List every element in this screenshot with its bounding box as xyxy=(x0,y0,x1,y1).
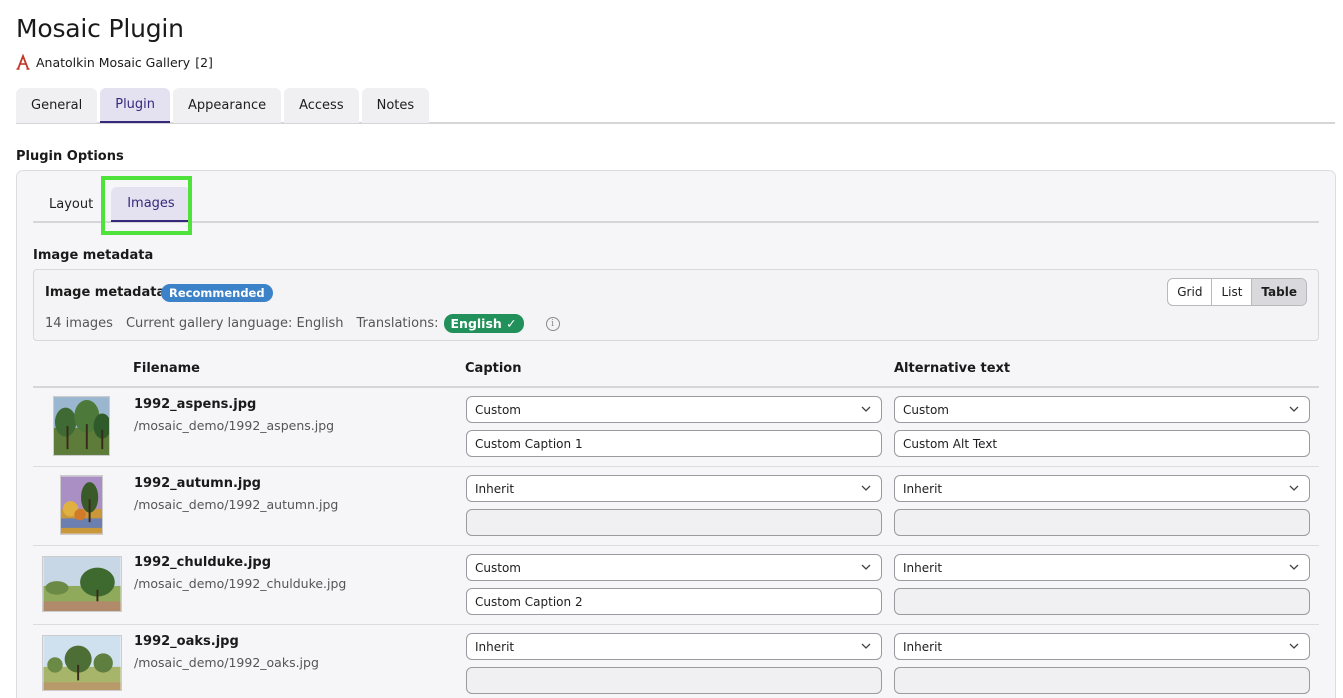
caption-mode-select[interactable]: Custom xyxy=(466,554,882,581)
translation-badge[interactable]: English ✓ xyxy=(443,314,524,333)
alt-mode-select[interactable]: Inherit xyxy=(894,633,1310,660)
file-name: 1992_chulduke.jpg xyxy=(134,555,272,570)
gallery-count: [2] xyxy=(195,54,213,70)
chevron-down-icon xyxy=(1289,406,1299,412)
subtab-images[interactable]: Images xyxy=(111,187,191,222)
plugin-subtabs: Layout Images xyxy=(33,187,1319,223)
images-count: 14 images xyxy=(45,316,113,331)
tab-access[interactable]: Access xyxy=(284,88,359,123)
caption-mode-select[interactable]: Inherit xyxy=(466,633,882,660)
column-caption: Caption xyxy=(465,361,522,376)
table-row: 1992_chulduke.jpg /mosaic_demo/1992_chul… xyxy=(33,546,1319,625)
alt-mode-select[interactable]: Inherit xyxy=(894,475,1310,502)
alt-text-input[interactable] xyxy=(894,509,1310,536)
alt-text-input[interactable] xyxy=(894,588,1310,615)
chevron-down-icon xyxy=(861,406,871,412)
image-thumbnail[interactable] xyxy=(53,396,110,456)
tab-notes[interactable]: Notes xyxy=(361,88,430,123)
caption-mode-value: Inherit xyxy=(475,481,515,496)
chevron-down-icon xyxy=(861,564,871,570)
chevron-down-icon xyxy=(861,485,871,491)
page: Mosaic Plugin Anatolkin Mosaic Gallery [… xyxy=(0,0,1343,698)
caption-input[interactable] xyxy=(466,509,882,536)
plugin-options-title: Plugin Options xyxy=(16,149,124,164)
subtab-layout[interactable]: Layout xyxy=(33,187,109,222)
caption-mode-select[interactable]: Inherit xyxy=(466,475,882,502)
alt-text-input[interactable] xyxy=(894,667,1310,694)
translations-label: Translations: xyxy=(356,316,439,331)
alt-mode-value: Inherit xyxy=(903,639,943,654)
alt-mode-value: Inherit xyxy=(903,481,943,496)
caption-input[interactable]: Custom Caption 2 xyxy=(466,588,882,615)
caption-mode-value: Inherit xyxy=(475,639,515,654)
view-grid-button[interactable]: Grid xyxy=(1168,279,1213,305)
gallery-name[interactable]: Anatolkin Mosaic Gallery xyxy=(36,55,190,70)
caption-input[interactable] xyxy=(466,667,882,694)
image-thumbnail[interactable] xyxy=(60,475,103,535)
alt-mode-value: Custom xyxy=(903,402,949,417)
caption-mode-value: Custom xyxy=(475,560,521,575)
file-name: 1992_autumn.jpg xyxy=(134,476,261,491)
alt-mode-select[interactable]: Inherit xyxy=(894,554,1310,581)
red-a-logo-icon xyxy=(16,54,30,70)
info-icon[interactable]: i xyxy=(545,316,560,331)
main-tabs: General Plugin Appearance Access Notes xyxy=(16,88,1335,124)
alt-mode-select[interactable]: Custom xyxy=(894,396,1310,423)
caption-mode-value: Custom xyxy=(475,402,521,417)
tab-appearance[interactable]: Appearance xyxy=(173,88,282,123)
alt-mode-value: Inherit xyxy=(903,560,943,575)
table-row: 1992_oaks.jpg /mosaic_demo/1992_oaks.jpg… xyxy=(33,625,1319,698)
table-row: 1992_aspens.jpg /mosaic_demo/1992_aspens… xyxy=(33,388,1319,467)
tab-general[interactable]: General xyxy=(16,88,98,123)
file-path: /mosaic_demo/1992_oaks.jpg xyxy=(134,655,319,670)
metadata-summary: 14 images Current gallery language: Engl… xyxy=(45,314,560,333)
column-filename: Filename xyxy=(133,361,200,376)
chevron-down-icon xyxy=(1289,485,1299,491)
column-alt-text: Alternative text xyxy=(894,361,1011,376)
view-toggle: Grid List Table xyxy=(1167,278,1307,306)
view-table-button[interactable]: Table xyxy=(1252,279,1306,305)
chevron-down-icon xyxy=(1289,564,1299,570)
file-path: /mosaic_demo/1992_chulduke.jpg xyxy=(134,576,347,591)
file-name: 1992_oaks.jpg xyxy=(134,634,239,649)
tab-plugin[interactable]: Plugin xyxy=(100,88,171,123)
gallery-language: Current gallery language: English xyxy=(125,316,344,331)
chevron-down-icon xyxy=(861,643,871,649)
plugin-options-panel: Layout Images Image metadata Image metad… xyxy=(16,170,1336,698)
table-row: 1992_autumn.jpg /mosaic_demo/1992_autumn… xyxy=(33,467,1319,546)
file-name: 1992_aspens.jpg xyxy=(134,397,257,412)
file-path: /mosaic_demo/1992_autumn.jpg xyxy=(134,497,339,512)
chevron-down-icon xyxy=(1289,643,1299,649)
file-path: /mosaic_demo/1992_aspens.jpg xyxy=(134,418,335,433)
recommended-badge: Recommended xyxy=(161,284,273,302)
gallery-breadcrumb: Anatolkin Mosaic Gallery [2] xyxy=(16,54,213,70)
view-list-button[interactable]: List xyxy=(1212,279,1253,305)
image-thumbnail[interactable] xyxy=(42,635,122,691)
image-metadata-box: Image metadata Recommended 14 images Cur… xyxy=(33,269,1319,341)
image-thumbnail[interactable] xyxy=(42,556,122,612)
page-title: Mosaic Plugin xyxy=(16,14,184,43)
image-metadata-heading: Image metadata xyxy=(33,248,154,263)
caption-input[interactable]: Custom Caption 1 xyxy=(466,430,882,457)
metadata-box-title: Image metadata xyxy=(45,285,166,300)
caption-mode-select[interactable]: Custom xyxy=(466,396,882,423)
alt-text-input[interactable]: Custom Alt Text xyxy=(894,430,1310,457)
table-header: Filename Caption Alternative text xyxy=(33,361,1319,388)
